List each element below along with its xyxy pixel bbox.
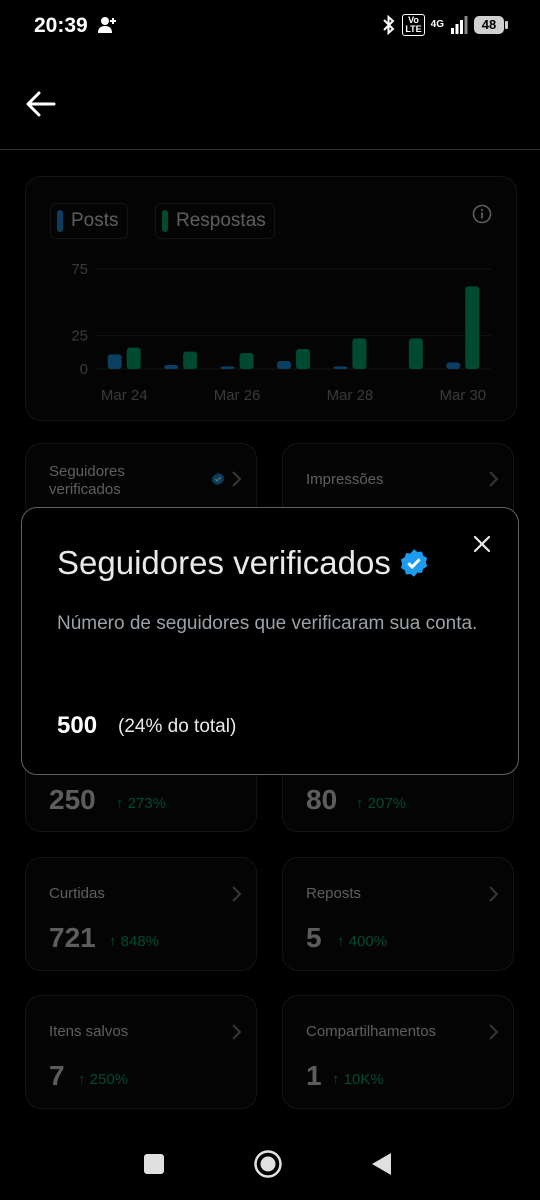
chevron-right-icon — [489, 886, 499, 902]
back-button-nav[interactable] — [370, 1152, 392, 1176]
card-saved-value: 7 — [49, 1060, 65, 1091]
card-impressions-title: Impressões — [306, 471, 384, 488]
verified-badge-icon — [211, 472, 225, 486]
card-saved-change: ↑ 250% — [78, 1071, 129, 1088]
battery-indicator: 48 — [474, 16, 508, 34]
card-likes-change: ↑ 848% — [109, 933, 160, 950]
close-icon[interactable] — [468, 530, 496, 558]
bar-posts — [220, 366, 235, 369]
recents-button[interactable] — [143, 1153, 165, 1175]
bluetooth-icon — [383, 15, 395, 35]
chevron-right-icon — [489, 471, 499, 487]
card-row2-left-change: ↑ 273% — [116, 795, 167, 812]
bar-respostas — [126, 347, 141, 369]
home-button[interactable] — [253, 1149, 283, 1179]
chevron-right-icon — [232, 886, 242, 902]
bar-respostas — [239, 353, 254, 369]
bar-posts — [333, 366, 348, 369]
bar-respostas — [296, 349, 310, 369]
bar-respostas — [352, 338, 367, 369]
person-add-icon — [98, 17, 116, 33]
card-reposts-title: Reposts — [306, 885, 362, 902]
popover-description: Número de seguidores que verificaram sua… — [57, 613, 478, 634]
x-tick-label: Mar 26 — [214, 387, 261, 404]
chevron-right-icon — [232, 1024, 242, 1040]
card-likes-title: Curtidas — [49, 885, 105, 902]
header-divider — [0, 149, 540, 150]
card-row2-right-value: 80 — [306, 784, 338, 815]
card-reposts-change: ↑ 400% — [337, 933, 388, 950]
system-nav-bar — [0, 1128, 540, 1200]
bar-chart: 0 25 75 Mar 24 Mar 26 Mar 28 Mar 30 — [71, 261, 491, 404]
status-time: 20:39 — [34, 14, 88, 37]
status-icons: Vo LTE 4G 48 — [382, 14, 508, 36]
card-reposts-value: 5 — [306, 922, 322, 953]
bar-respostas — [408, 338, 423, 369]
card-saved-items[interactable]: Itens salvos 7 ↑ 250% — [25, 995, 257, 1109]
card-row2-right-change: ↑ 207% — [356, 795, 407, 812]
x-tick-label: Mar 30 — [439, 387, 486, 404]
signal-icon — [451, 16, 468, 34]
card-likes[interactable]: Curtidas 721 ↑ 848% — [25, 857, 257, 971]
card-shares-value: 1 — [306, 1060, 322, 1091]
volte-badge: Vo LTE — [402, 14, 425, 36]
y-tick-label: 75 — [71, 261, 88, 278]
chevron-right-icon — [489, 1024, 499, 1040]
card-likes-value: 721 — [49, 922, 96, 953]
card-shares-change: ↑ 10K% — [332, 1071, 384, 1088]
card-saved-title: Itens salvos — [49, 1023, 129, 1040]
chevron-right-icon — [232, 471, 242, 487]
info-popover: Seguidores verificados Número de seguido… — [21, 507, 519, 775]
network-type: 4G — [430, 19, 444, 30]
verified-badge-icon — [400, 549, 427, 577]
bar-posts — [446, 362, 461, 369]
x-tick-label: Mar 24 — [101, 387, 148, 404]
y-tick-label: 0 — [80, 361, 88, 378]
y-tick-label: 25 — [71, 328, 88, 345]
popover-title-text: Seguidores verificados — [57, 544, 391, 581]
card-shares-title: Compartilhamentos — [306, 1023, 437, 1040]
activity-chart-card: Posts Respostas 0 25 75 Mar 24 Mar 26 Mar 28 M… — [25, 176, 517, 421]
popover-value: 500 — [57, 712, 98, 739]
bar-posts — [277, 361, 291, 369]
back-arrow-icon[interactable] — [24, 88, 58, 120]
x-tick-label: Mar 28 — [327, 387, 374, 404]
card-reposts[interactable]: Reposts 5 ↑ 400% — [282, 857, 514, 971]
popover-title: Seguidores verificados — [57, 544, 429, 582]
card-verified-followers-title: Seguidores verificados — [49, 463, 125, 498]
bar-posts — [164, 365, 179, 369]
popover-percent: (24% do total) — [118, 716, 237, 737]
bar-respostas — [465, 286, 480, 369]
bar-respostas — [183, 351, 198, 369]
card-shares[interactable]: Compartilhamentos 1 ↑ 10K% — [282, 995, 514, 1109]
card-row2-left-value: 250 — [49, 784, 96, 815]
status-bar: 20:39 Vo LTE 4G 48 — [0, 0, 540, 52]
bar-posts — [107, 354, 122, 369]
